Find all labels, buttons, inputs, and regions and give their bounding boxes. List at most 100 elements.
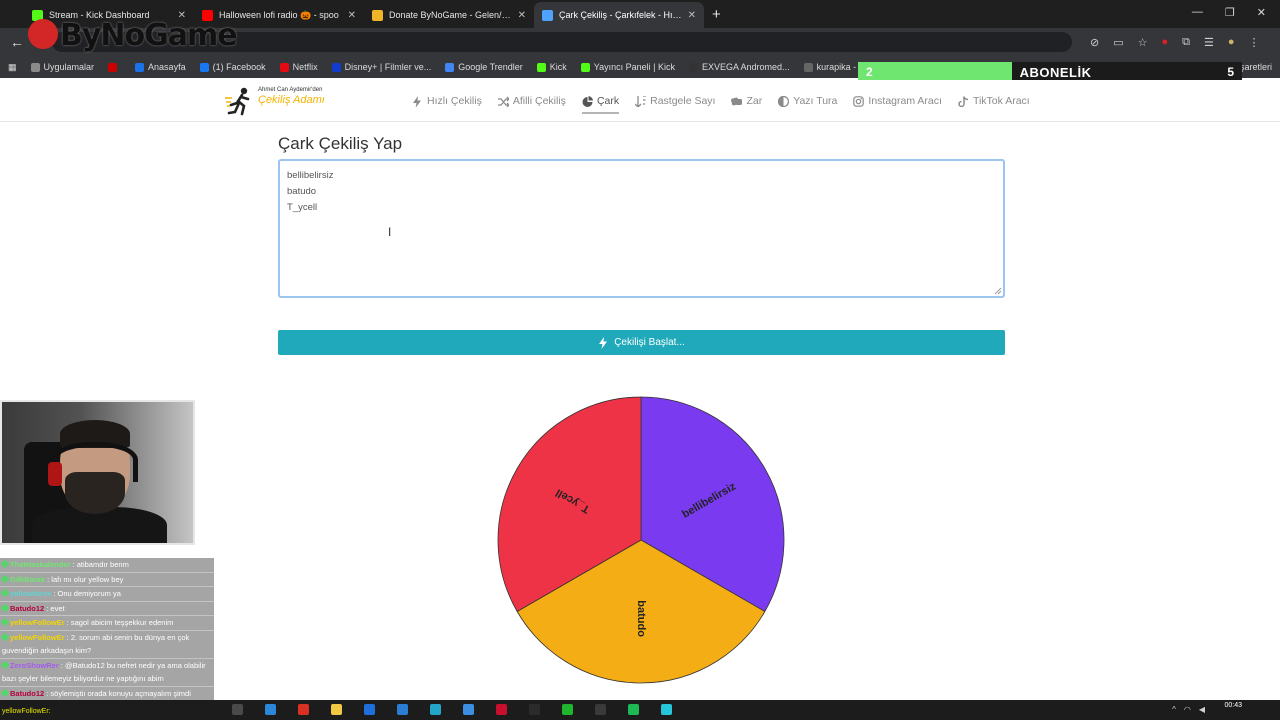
bookmark-item[interactable]: (1) Facebook xyxy=(199,62,266,72)
star-icon[interactable]: ☆ xyxy=(1138,36,1148,49)
brand-tagline: Ahmet Can Aydemir'den xyxy=(258,87,323,93)
chat-text: : Onu demiyorum ya xyxy=(51,589,121,598)
nav-link-4[interactable]: Rastgele Sayı xyxy=(635,80,715,122)
site-brand-logo[interactable]: Ahmet Can Aydemir'den Çekiliş Adamı xyxy=(224,84,334,118)
kebab-menu-icon[interactable]: ⋮ xyxy=(1249,36,1260,49)
network-icon[interactable]: ◠ xyxy=(1184,705,1191,714)
nav-link-1[interactable]: Hızlı Çekiliş xyxy=(412,80,482,122)
site-navbar: Ahmet Can Aydemir'den Çekiliş Adamı Hızl… xyxy=(0,80,1280,122)
text-cursor-icon: I xyxy=(388,225,392,239)
chat-username: Batudo12 xyxy=(10,603,45,613)
bolt-icon xyxy=(413,95,421,107)
nav-link-6[interactable]: Yazı Tura xyxy=(778,80,837,122)
bookmark-favicon-icon xyxy=(536,62,546,72)
obs-icon[interactable] xyxy=(496,704,507,715)
new-tab-button[interactable]: + xyxy=(712,6,721,23)
bookmark-item[interactable]: Yayıncı Paneli | Kick xyxy=(580,62,676,72)
nav-link-5[interactable]: Zar xyxy=(731,80,762,122)
app-icon-5[interactable] xyxy=(595,704,606,715)
start-draw-button[interactable]: Çekilişi Başlat... xyxy=(278,330,1005,355)
nav-link-3[interactable]: Çark xyxy=(581,80,620,122)
nav-link-label: Zar xyxy=(746,95,763,107)
tab-title: Çark Çekiliş - Çarkıfelek - Hızlı Ç xyxy=(559,10,682,20)
clock-time: 00:43 xyxy=(1224,702,1242,709)
bookmark-favicon-icon xyxy=(199,62,209,72)
store-icon[interactable] xyxy=(364,704,375,715)
sub-goal-target: 5 xyxy=(1227,65,1234,79)
tab-close-icon[interactable]: ✕ xyxy=(348,10,356,21)
bookmark-label: EXVEGA Andromed... xyxy=(702,62,790,72)
resize-grip-icon[interactable] xyxy=(994,287,1002,295)
bookmark-label: Kick xyxy=(549,62,567,72)
bookmark-label: Yayıncı Paneli | Kick xyxy=(593,62,676,72)
sub-goal-label: ABONELİK xyxy=(1019,65,1092,80)
nav-link-label: Hızlı Çekiliş xyxy=(427,95,482,107)
bookmark-label: Uygulamalar xyxy=(43,62,95,72)
nav-link-label: Instagram Aracı xyxy=(868,95,942,107)
extension-record-icon[interactable]: ● xyxy=(1162,36,1169,49)
nav-link-7[interactable]: Instagram Aracı xyxy=(853,80,942,122)
nav-links: Hızlı Çekiliş Afilli Çekiliş Çark Rastgele … xyxy=(412,80,1030,122)
chat-username: yellowFollowEr xyxy=(10,618,65,627)
tray-chevron-icon[interactable]: ^ xyxy=(1172,705,1176,714)
chat-text: : söylemiştiı orada konuyu açmayalım şim… xyxy=(44,688,191,698)
app-icon-4[interactable] xyxy=(562,704,573,715)
bookmark-item[interactable]: Google Trendler xyxy=(445,62,523,72)
chat-badge-icon xyxy=(0,632,10,641)
bookmark-item[interactable]: Netflix xyxy=(279,62,318,72)
task-view-icon[interactable] xyxy=(232,704,243,715)
dice-icon xyxy=(731,97,743,105)
bookmark-item[interactable]: Disney+ | Filmler ve... xyxy=(331,62,431,72)
chat-message: Batudo12 : evet xyxy=(0,602,214,616)
chat-username: yellowFollowEr xyxy=(10,632,65,642)
stream-logo-overlay: ByNoGame xyxy=(28,18,238,53)
minimize-icon[interactable]: — xyxy=(1192,6,1203,19)
edge-icon[interactable] xyxy=(265,704,276,715)
browser-tab-3[interactable]: Donate ByNoGame - Gelen/Gid ✕ xyxy=(364,2,534,28)
bookmark-label: Netflix xyxy=(292,62,318,72)
chat-text: : evet xyxy=(44,603,65,613)
nav-link-2[interactable]: Afilli Çekiliş xyxy=(497,80,566,122)
mute-icon[interactable]: ⊘ xyxy=(1090,36,1099,49)
restore-icon[interactable]: ❐ xyxy=(1225,6,1235,19)
logo-text: ByNoGame xyxy=(60,18,238,53)
taskbar-clock[interactable]: 00:43 xyxy=(1224,702,1242,710)
file-explorer-icon[interactable] xyxy=(331,704,342,715)
wheel-segment-label: batudo xyxy=(635,600,647,637)
browser-tab-4[interactable]: Çark Çekiliş - Çarkıfelek - Hızlı Ç ✕ xyxy=(534,2,704,28)
bookmark-item[interactable]: EXVEGA Andromed... xyxy=(689,62,790,72)
chat-message: GilkBarak : lafı mı olur yellow bey xyxy=(0,573,214,587)
apps-grid-icon[interactable]: ▦ xyxy=(8,62,17,73)
reading-list-icon[interactable]: ☰ xyxy=(1204,36,1214,49)
bookmark-item[interactable]: Kick xyxy=(536,62,567,72)
profile-avatar[interactable]: ● xyxy=(1228,36,1235,49)
app-icon-6[interactable] xyxy=(661,704,672,715)
chrome-icon[interactable] xyxy=(298,704,309,715)
app-icon[interactable] xyxy=(430,704,441,715)
brand-name: Çekiliş Adamı xyxy=(258,94,325,106)
tab-close-icon[interactable]: ✕ xyxy=(518,10,526,21)
close-window-icon[interactable]: ✕ xyxy=(1257,6,1266,19)
chat-username: Batudo12 xyxy=(10,688,45,698)
tab-favicon xyxy=(542,9,553,21)
volume-icon[interactable]: ◀ xyxy=(1199,705,1205,714)
app-icon-3[interactable] xyxy=(529,704,540,715)
bookmark-item[interactable] xyxy=(108,62,121,72)
nav-link-label: Afilli Çekiliş xyxy=(512,95,566,107)
bookmark-item[interactable]: Uygulamalar xyxy=(30,62,95,72)
bookmark-label: Anasayfa xyxy=(148,62,186,72)
tab-close-icon[interactable]: ✕ xyxy=(688,10,696,21)
bookmark-item[interactable]: Anasayfa xyxy=(135,62,186,72)
chat-message: yellowFollowEr : sagol abicim teşşekkur … xyxy=(0,616,214,631)
extensions-icon[interactable]: ⧉ xyxy=(1182,36,1190,49)
prize-wheel[interactable]: bellibelirsizbatudoT_ycell xyxy=(496,395,786,685)
bookmark-favicon-icon xyxy=(30,62,40,72)
instagram-icon xyxy=(853,95,865,107)
chat-message: ZeroShowRer : @Batudo12 bu nefret nedir … xyxy=(0,659,214,687)
cast-icon[interactable]: ▭ xyxy=(1113,36,1123,49)
chat-badge-icon xyxy=(0,660,10,669)
mail-icon[interactable] xyxy=(397,704,408,715)
nav-link-8[interactable]: TikTok Aracı xyxy=(958,80,1030,122)
spotify-icon[interactable] xyxy=(628,704,639,715)
app-icon-2[interactable] xyxy=(463,704,474,715)
